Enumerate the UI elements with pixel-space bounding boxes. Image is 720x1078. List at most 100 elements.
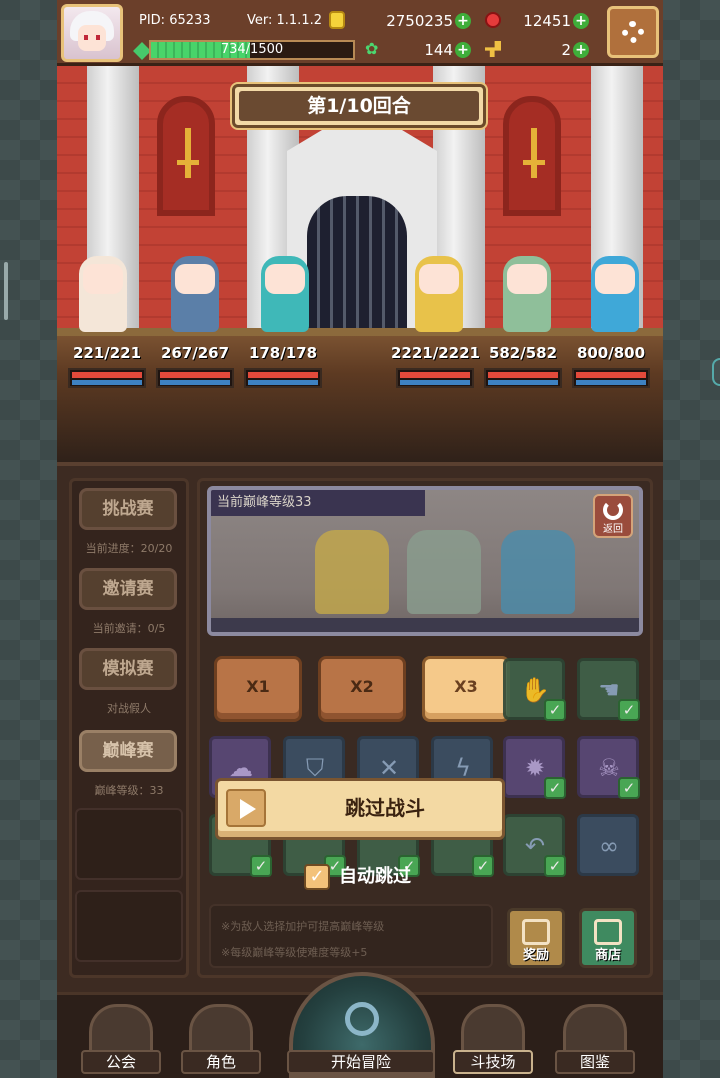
blessing-slot[interactable]: ∞ bbox=[577, 814, 639, 876]
gear-icon bbox=[622, 21, 644, 43]
clover-amount: 144 bbox=[424, 41, 453, 59]
key-icon bbox=[485, 41, 501, 57]
ally-1-hp: 221/221 bbox=[72, 344, 142, 362]
right-edge-handle[interactable] bbox=[712, 358, 720, 386]
enemy-2-hp: 582/582 bbox=[488, 344, 558, 362]
store-icon bbox=[594, 919, 622, 945]
blessing-slot[interactable]: ☚ ✓ bbox=[577, 658, 640, 721]
speed-x3-button[interactable]: X3 bbox=[422, 656, 510, 722]
check-icon: ✓ bbox=[472, 855, 494, 877]
return-label: 返回 bbox=[603, 524, 623, 535]
ally-3-hp-bar bbox=[244, 368, 322, 388]
nav-codex-label: 图鉴 bbox=[555, 1050, 635, 1074]
ally-hero-2[interactable] bbox=[153, 236, 237, 338]
shop-label: 商店 bbox=[594, 948, 621, 963]
opponent-preview: 当前巅峰等级33 返回 bbox=[207, 486, 643, 636]
enemy-hero-3[interactable] bbox=[573, 236, 657, 338]
chest-icon bbox=[522, 919, 550, 945]
enemy-3-hp-bar bbox=[572, 368, 650, 388]
enemy-1-hp-bar bbox=[396, 368, 474, 388]
top-bar: PID: 65233 Ver: 1.1.1.2 2750235 + 12451 … bbox=[57, 0, 663, 66]
skip-battle-button[interactable]: 跳过战斗 bbox=[215, 778, 505, 840]
opponent-1-portrait bbox=[315, 530, 389, 614]
challenge-progress: 当前进度：20/20 bbox=[85, 542, 173, 555]
game-screen: PID: 65233 Ver: 1.1.1.2 2750235 + 12451 … bbox=[57, 0, 663, 1078]
enemy-1-hp: 2221/2221 bbox=[391, 344, 480, 362]
blessing-slot[interactable]: ☠ ✓ bbox=[577, 736, 640, 799]
hint-line-1: ※为敌人选择加护可提高巅峰等级 bbox=[221, 920, 385, 933]
magnifier-icon bbox=[345, 1002, 379, 1036]
enemy-hero-2[interactable] bbox=[485, 236, 569, 338]
return-button[interactable]: 返回 bbox=[593, 494, 633, 538]
enemy-2-hp-bar bbox=[484, 368, 562, 388]
check-icon: ✓ bbox=[544, 699, 566, 721]
add-gem-button[interactable]: + bbox=[573, 13, 589, 29]
add-clover-button[interactable]: + bbox=[455, 42, 471, 58]
speed-x1-button[interactable]: X1 bbox=[214, 656, 302, 722]
sword-emblem-icon bbox=[523, 128, 545, 178]
enemy-3-hp: 800/800 bbox=[576, 344, 646, 362]
simulate-description: 对战假人 bbox=[107, 702, 151, 715]
hint-box: ※为敌人选择加护可提高巅峰等级 ※每级巅峰等级使难度等级+5 bbox=[209, 904, 493, 968]
current-peak-level: 当前巅峰等级33 bbox=[211, 490, 425, 516]
ally-hero-1[interactable] bbox=[61, 236, 145, 338]
blessing-slot[interactable]: ↶ ✓ bbox=[503, 814, 566, 877]
add-gold-button[interactable]: + bbox=[455, 13, 471, 29]
empty-mode-slot bbox=[75, 890, 183, 962]
check-icon: ✓ bbox=[250, 855, 272, 877]
peak-mode-button[interactable]: 巅峰赛 bbox=[79, 730, 177, 772]
fast-forward-icon bbox=[226, 789, 266, 827]
blessing-slot[interactable]: ✹ ✓ bbox=[503, 736, 566, 799]
check-icon: ✓ bbox=[544, 777, 566, 799]
nav-adventure-label: 开始冒险 bbox=[287, 1050, 435, 1074]
add-key-button[interactable]: + bbox=[573, 42, 589, 58]
ally-3-hp: 178/178 bbox=[248, 344, 318, 362]
auto-skip-checkbox[interactable]: ✓ bbox=[304, 864, 330, 890]
sword-emblem-icon bbox=[177, 128, 199, 178]
gold-amount: 2750235 bbox=[386, 12, 453, 30]
skip-battle-label: 跳过战斗 bbox=[345, 796, 425, 820]
round-counter: 第1/10回合 bbox=[239, 91, 479, 121]
peak-level-text: 巅峰等级：33 bbox=[94, 784, 164, 797]
ally-hero-3[interactable] bbox=[243, 236, 327, 338]
invite-mode-button[interactable]: 邀请赛 bbox=[79, 568, 177, 610]
opponent-3-portrait bbox=[501, 530, 575, 614]
return-arrow-icon bbox=[603, 500, 623, 520]
reward-button[interactable]: 奖励 bbox=[507, 908, 565, 968]
ally-1-hp-bar bbox=[68, 368, 146, 388]
left-edge-handle bbox=[4, 262, 8, 320]
invite-progress: 当前邀请：0/5 bbox=[92, 622, 166, 635]
speed-x2-button[interactable]: X2 bbox=[318, 656, 406, 722]
key-amount: 2 bbox=[561, 41, 571, 59]
check-icon: ✓ bbox=[618, 699, 640, 721]
player-avatar[interactable] bbox=[61, 4, 123, 62]
gem-amount: 12451 bbox=[523, 12, 571, 30]
hint-line-2: ※每级巅峰等级使难度等级+5 bbox=[221, 946, 368, 959]
player-id: PID: 65233 bbox=[139, 13, 211, 28]
exp-text: 734/1500 bbox=[220, 42, 284, 57]
check-icon: ✓ bbox=[618, 777, 640, 799]
reward-label: 奖励 bbox=[522, 948, 549, 963]
nav-arena-label: 斗技场 bbox=[453, 1050, 533, 1074]
enemy-hero-1[interactable] bbox=[397, 236, 481, 338]
round-banner: 第1/10回合 bbox=[232, 84, 486, 128]
nav-character-label: 角色 bbox=[181, 1050, 261, 1074]
nav-guild-label: 公会 bbox=[81, 1050, 161, 1074]
blessing-slot[interactable]: ✋ ✓ bbox=[503, 658, 566, 721]
challenge-mode-button[interactable]: 挑战赛 bbox=[79, 488, 177, 530]
check-icon: ✓ bbox=[544, 855, 566, 877]
ally-2-hp: 267/267 bbox=[160, 344, 230, 362]
clover-icon: ✿ bbox=[365, 39, 379, 58]
empty-mode-slot bbox=[75, 808, 183, 880]
opponent-2-portrait bbox=[407, 530, 481, 614]
shop-button[interactable]: 商店 bbox=[579, 908, 637, 968]
simulate-mode-button[interactable]: 模拟赛 bbox=[79, 648, 177, 690]
game-version: Ver: 1.1.1.2 bbox=[247, 13, 322, 28]
ally-2-hp-bar bbox=[156, 368, 234, 388]
auto-skip-label: 自动跳过 bbox=[339, 866, 411, 887]
exp-bar: 734/1500 bbox=[149, 40, 355, 60]
red-gem-icon bbox=[485, 12, 501, 28]
settings-button[interactable] bbox=[607, 6, 659, 58]
infinity-icon: ∞ bbox=[599, 832, 619, 860]
gold-coin-icon bbox=[329, 11, 345, 29]
